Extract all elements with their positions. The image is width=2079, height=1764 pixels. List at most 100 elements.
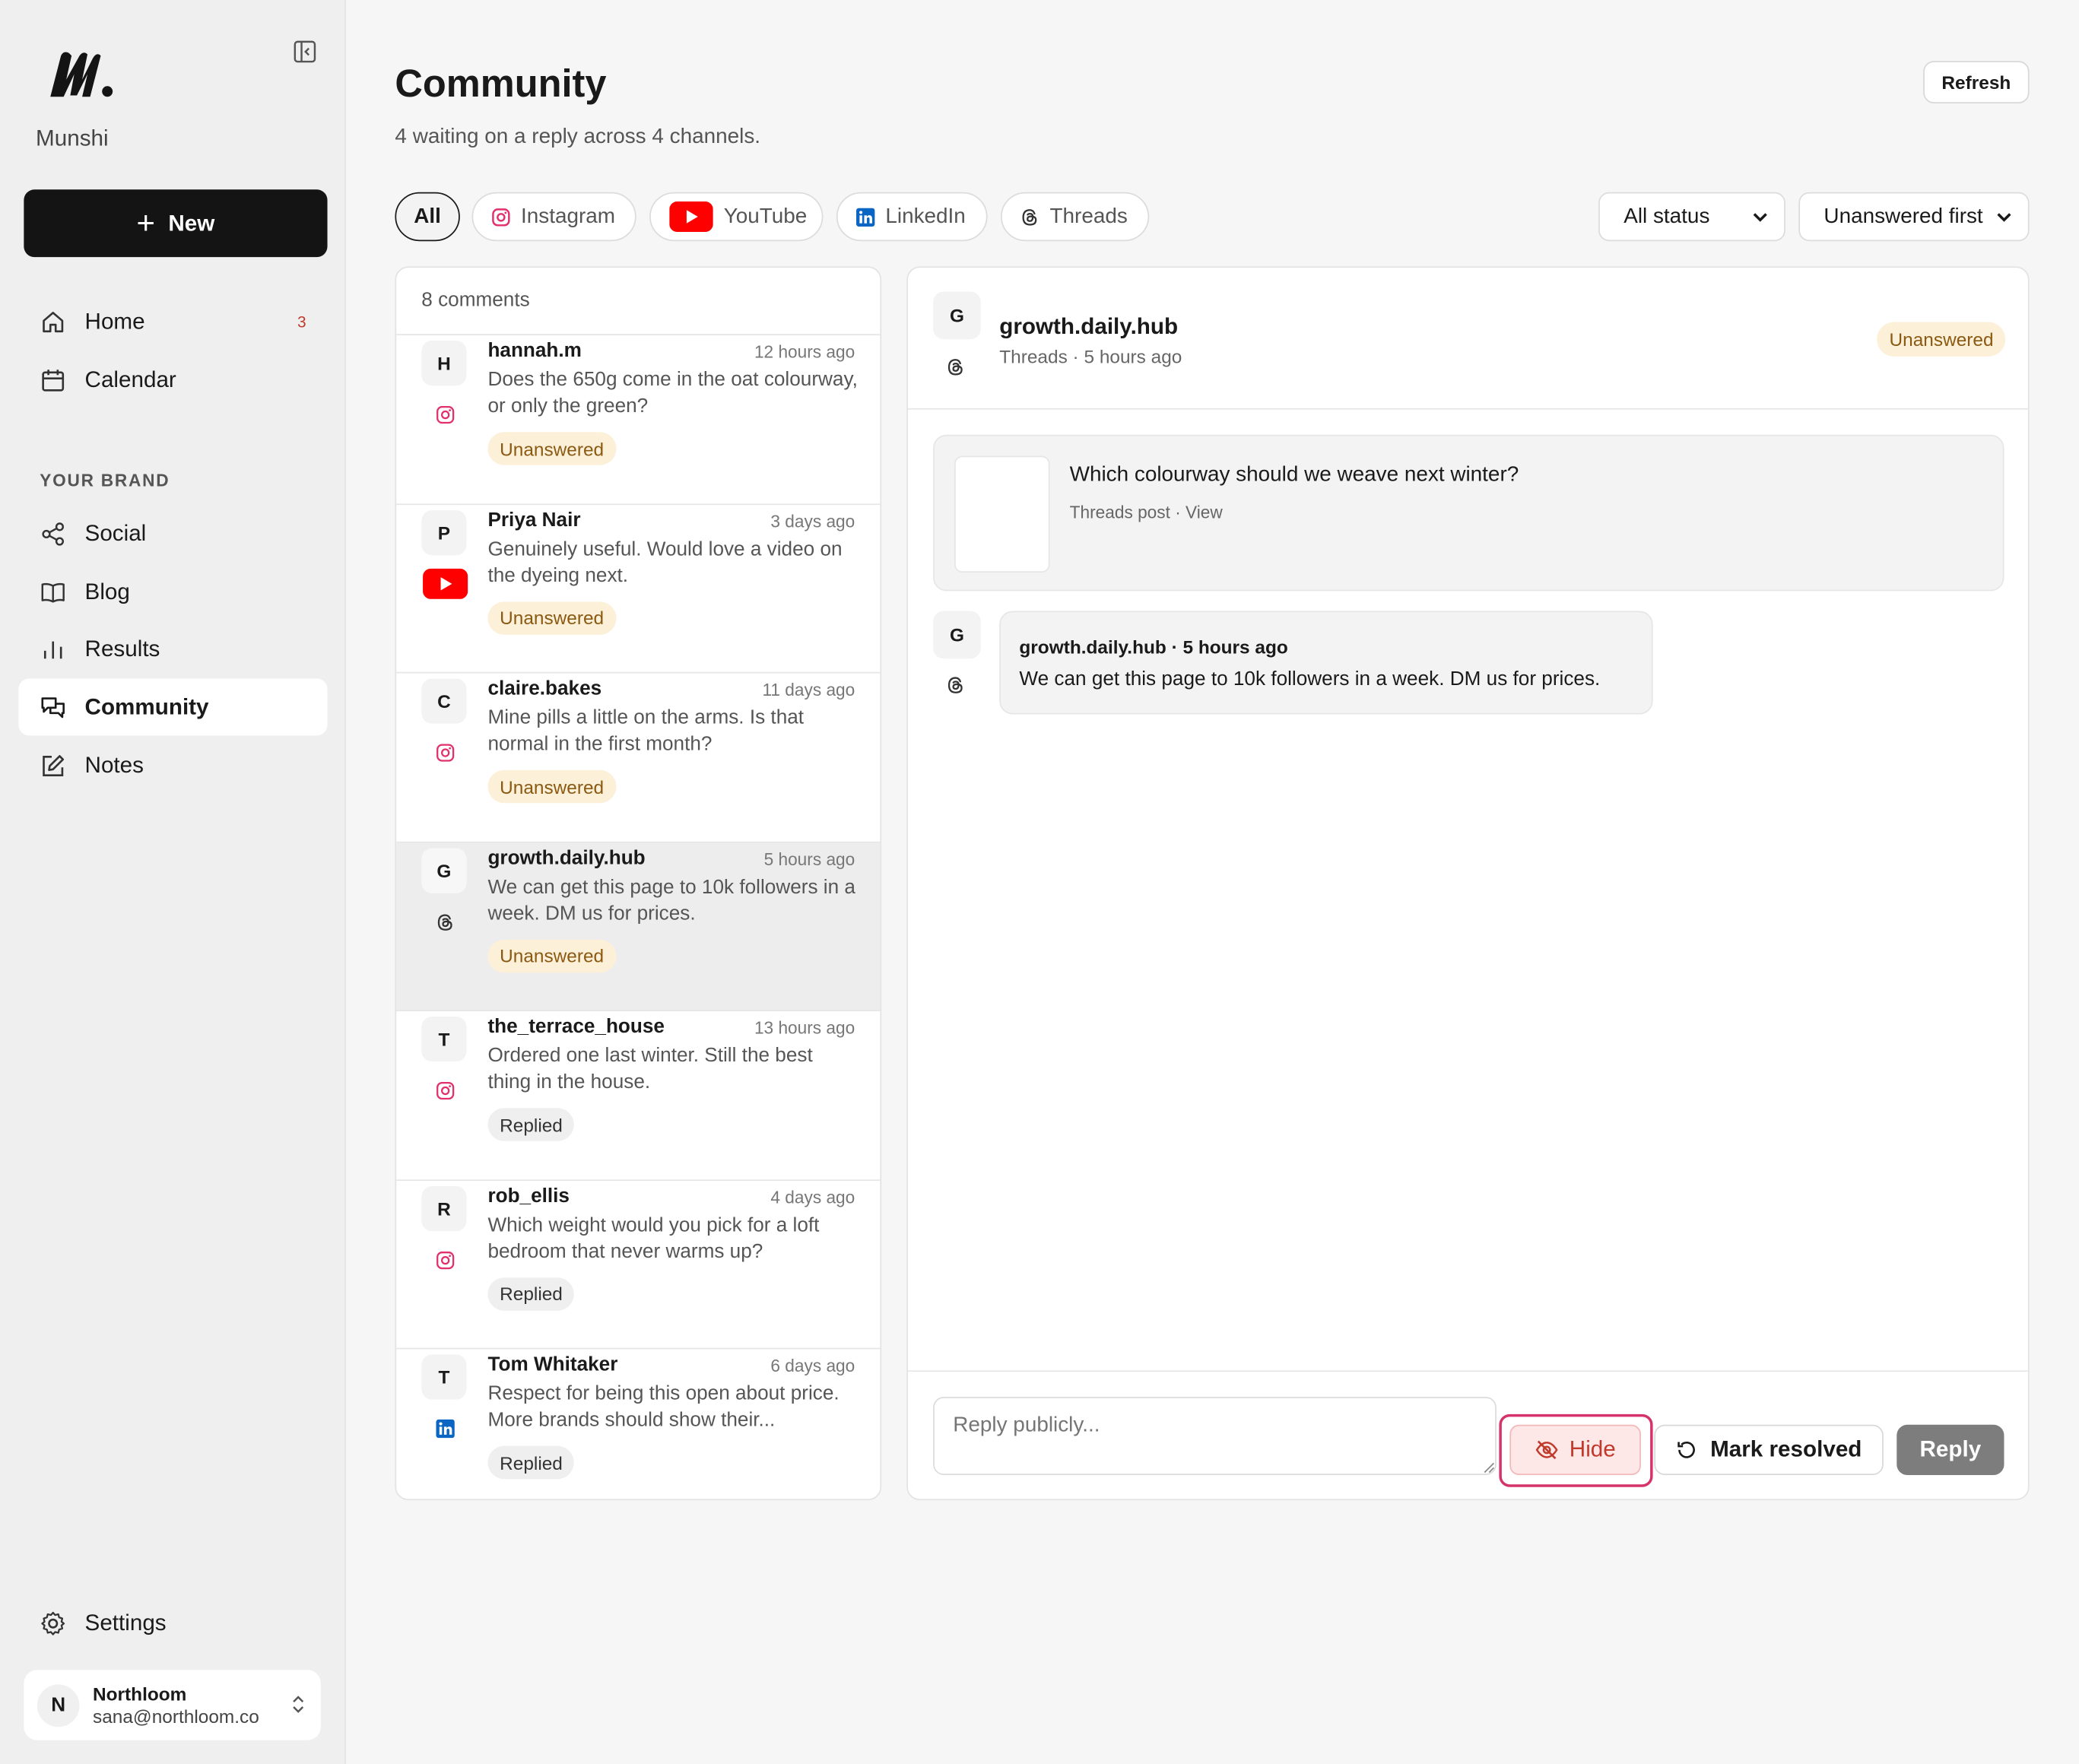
tab-youtube[interactable]: YouTube [649,192,824,242]
page-subtitle: 4 waiting on a reply across 4 channels. [395,125,761,149]
calendar-icon [42,369,65,391]
hide-button[interactable]: Hide [1509,1424,1641,1476]
nav-item-notes[interactable]: Notes [18,737,327,794]
comment-text: Mine pills a little on the arms. Is that… [487,706,805,756]
comment-count: 8 comments [396,268,881,335]
post-preview-card[interactable]: Which colourway should we weave next win… [933,434,2004,592]
comment-avatar: H [421,340,467,386]
comment-network [423,1244,468,1276]
comment-row[interactable]: Hhannah.m 12 hours ago Does the 650g come … [396,335,881,505]
comment-time: 13 hours ago [754,1017,855,1038]
comment-text: Respect for being this open about price.… [487,1382,840,1432]
comment-row[interactable]: Tthe_terrace_house 13 hours ago Ordered on… [396,1011,881,1181]
nav-label-notes: Notes [84,752,144,778]
status-filter-select[interactable]: All status [1598,192,1785,242]
comment-author: the_terrace_house [487,1015,665,1038]
mark-resolved-label: Mark resolved [1710,1436,1862,1462]
comment-status-badge: Unanswered [487,938,616,972]
comment-status-badge: Replied [487,1445,575,1480]
sort-select[interactable]: Unanswered first [1798,192,2030,242]
comment-row[interactable]: Cclaire.bakes 11 days ago Mine pills a lit… [396,673,881,842]
instagram-icon [492,208,510,226]
comment-time: 5 hours ago [763,849,855,869]
refresh-button[interactable]: Refresh [1923,61,2030,103]
nav-item-calendar[interactable]: Calendar [18,351,327,408]
tab-instagram[interactable]: Instagram [471,192,636,242]
tab-threads[interactable]: Threads [1001,192,1150,242]
account-avatar: N [37,1683,80,1727]
youtube-icon [669,201,713,233]
post-view-link[interactable]: Threads post · View [1070,503,1223,522]
edit-note-icon [43,754,65,776]
resize-handle-icon[interactable] [1482,1461,1495,1474]
detail-author-name: growth.daily.hub [999,314,1179,340]
hide-button-focus-ring: Hide [1499,1413,1653,1487]
comment-list: 8 comments Hhannah.m 12 hours ago Does the… [395,266,882,1501]
account-name: Northloom [93,1683,187,1705]
comment-time: 6 days ago [770,1356,855,1376]
threads-icon [1022,208,1037,225]
comment-avatar: T [421,1354,467,1400]
munshi-logo[interactable] [48,48,117,101]
comment-text: Does the 650g come in the oat colourway,… [487,368,858,418]
nav-label-blog: Blog [84,578,130,604]
linkedin-icon [436,1419,455,1439]
message-avatar: G [933,611,981,659]
comment-author: Tom Whitaker [487,1353,618,1376]
rotate-ccw-icon [1677,1441,1696,1458]
detail-status-badge: Unanswered [1877,322,2006,357]
comment-text: Ordered one last winter. Still the best … [487,1044,813,1094]
nav-item-home[interactable]: Home 3 [18,293,327,350]
comment-rows: Hhannah.m 12 hours ago Does the 650g come … [396,335,881,1499]
detail-avatar: G [933,291,981,340]
collapse-sidebar-icon[interactable] [293,40,316,63]
instagram-icon [436,744,455,762]
reply-input[interactable] [933,1397,1497,1476]
instagram-icon [436,405,455,424]
comment-row[interactable]: Rrob_ellis 4 days ago Which weight would y… [396,1180,881,1350]
message-bubble: growth.daily.hub · 5 hours ago We can ge… [999,611,1653,715]
page-title: Community [395,63,607,106]
linkedin-icon [856,207,875,227]
comment-author: hannah.m [487,339,582,362]
account-email: sana@northloom.co [93,1705,259,1727]
brand-name: Munshi [36,125,109,151]
comment-row[interactable]: P Priya Nair 3 days ago Genuinely useful. W… [396,504,881,674]
comment-text: Genuinely useful. Would love a video on … [487,537,843,587]
eye-off-icon [1535,1440,1558,1460]
status-filter-value: All status [1624,205,1710,227]
comment-author: claire.bakes [487,677,602,700]
home-count-badge: 3 [297,312,306,331]
post-title: Which colourway should we weave next win… [1069,464,1519,487]
comment-row[interactable]: Ggrowth.daily.hub 5 hours ago We can get t… [396,842,881,1011]
share-icon [42,522,65,545]
message-text: We can get this page to 10k followers in… [1019,668,1601,691]
tab-linkedin[interactable]: LinkedIn [836,192,988,242]
account-switcher[interactable]: N Northloom sana@northloom.co [24,1670,321,1740]
tab-threads-label: Threads [1049,205,1128,227]
comment-network [423,906,468,938]
chevron-up-down-icon [293,1696,304,1713]
nav-item-social[interactable]: Social [18,505,327,562]
detail-header: G growth.daily.hub Threads · 5 hours ago… [907,268,2028,410]
nav-item-blog[interactable]: Blog [18,563,327,620]
nav-item-results[interactable]: Results [18,620,327,677]
nav-label-settings: Settings [84,1609,167,1636]
home-icon [43,311,64,332]
reply-button[interactable]: Reply [1896,1424,2004,1476]
nav-item-community[interactable]: Community [18,678,328,736]
comment-avatar: P [421,509,467,555]
tab-all[interactable]: All [395,192,460,242]
comment-avatar: C [421,678,467,724]
nav-label-calendar: Calendar [84,366,176,392]
new-button[interactable]: + New [24,189,328,258]
comment-time: 4 days ago [770,1186,855,1207]
sidebar: Munshi + New Home 3 Calendar YOUR BRAND … [0,0,346,1764]
your-brand-section-label: YOUR BRAND [40,470,170,490]
hide-button-label: Hide [1569,1436,1616,1462]
mark-resolved-button[interactable]: Mark resolved [1654,1424,1884,1476]
chevron-down-icon [1997,212,2011,221]
comment-row[interactable]: T Tom Whitaker 6 days ago Respect for being… [396,1349,880,1499]
nav-item-settings[interactable]: Settings [18,1594,327,1651]
comment-network [423,737,468,769]
